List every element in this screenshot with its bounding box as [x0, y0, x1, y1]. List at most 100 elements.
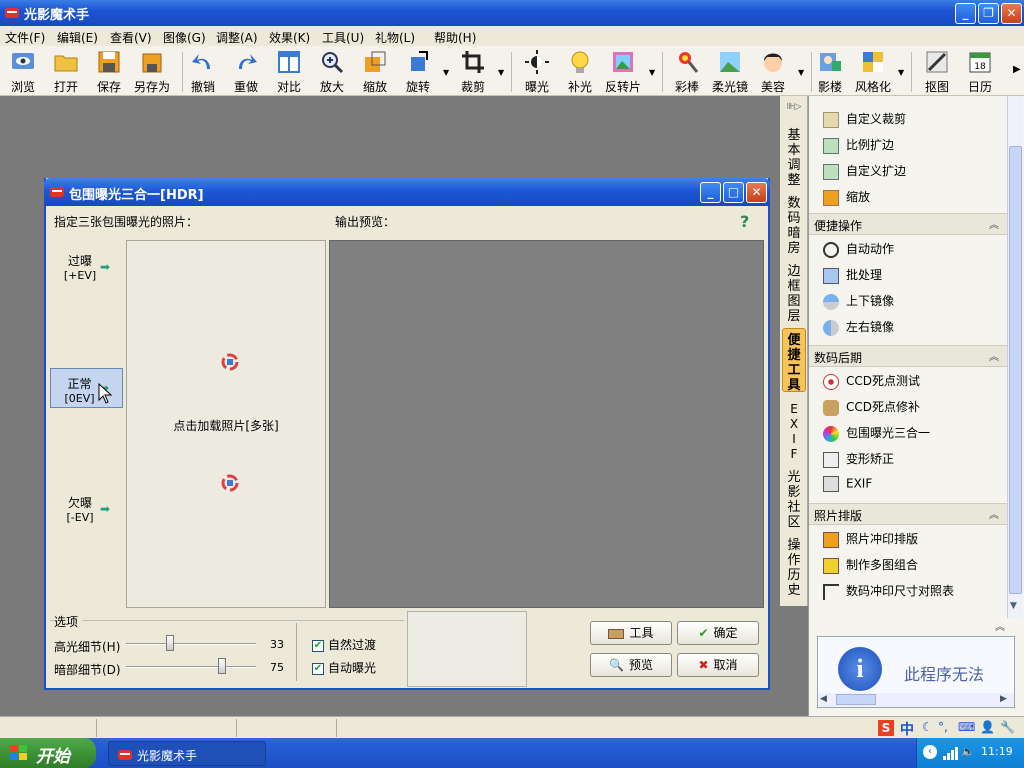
browse-button[interactable]: 浏览: [3, 49, 43, 95]
toolbar-more-icon[interactable]: ▶: [1013, 64, 1021, 75]
tools-button[interactable]: 工具: [590, 621, 672, 645]
tool-exif[interactable]: EXIF: [823, 476, 872, 498]
start-button[interactable]: 开始: [0, 738, 96, 768]
effects-dropdown-icon[interactable]: ▼: [649, 68, 655, 77]
stylize-dropdown-icon[interactable]: ▼: [898, 68, 904, 77]
dialog-maximize-button[interactable]: □: [723, 182, 744, 203]
save-button[interactable]: 保存: [89, 49, 129, 95]
close-button[interactable]: ✕: [1001, 3, 1022, 24]
under-exposure-item[interactable]: 欠曝 [-EV] ➡: [52, 494, 122, 530]
tool-print-size-table[interactable]: 数码冲印尺寸对照表: [823, 582, 954, 604]
tool-ccd-repair[interactable]: CCD死点修补: [823, 398, 920, 420]
moon-icon[interactable]: ☾: [922, 720, 933, 734]
tab-exif[interactable]: EXIF: [782, 402, 806, 462]
studio-button[interactable]: 影楼: [810, 49, 850, 95]
menu-view[interactable]: 查看(V): [110, 29, 152, 46]
tool-resize[interactable]: 缩放: [823, 188, 870, 210]
natural-transition-checkbox[interactable]: ✔ 自然过渡: [312, 636, 376, 653]
over-exposure-item[interactable]: 过曝 [+EV] ➡: [52, 252, 122, 288]
section-quick-ops[interactable]: 便捷操作 ︽: [809, 213, 1007, 235]
tool-ccd-test[interactable]: CCD死点测试: [823, 372, 920, 394]
menu-file[interactable]: 文件(F): [5, 29, 45, 46]
user-icon[interactable]: 👤: [980, 720, 995, 734]
ok-button[interactable]: ✔ 确定: [677, 621, 759, 645]
calendar-button[interactable]: 18 日历: [960, 49, 1000, 95]
ad-scrollbar-thumb[interactable]: [836, 694, 876, 705]
preview-button[interactable]: 🔍 预览: [590, 653, 672, 677]
compare-button[interactable]: 对比: [269, 49, 309, 95]
tab-community[interactable]: 光影社区: [782, 470, 806, 530]
tab-history[interactable]: 操作历史: [782, 538, 806, 598]
auto-exposure-checkbox[interactable]: ✔ 自动曝光: [312, 659, 376, 676]
exposure-button[interactable]: 曝光: [517, 49, 557, 95]
minimize-button[interactable]: _: [955, 3, 976, 24]
beauty-dropdown-icon[interactable]: ▼: [798, 68, 804, 77]
taskbar-app-button[interactable]: 光影魔术手: [108, 741, 266, 766]
load-photos-area[interactable]: 点击加载照片[多张]: [126, 240, 326, 608]
panel-scrollbar[interactable]: ▼: [1007, 96, 1023, 618]
scroll-down-icon[interactable]: ▼: [1010, 601, 1017, 611]
shadow-slider-thumb[interactable]: [218, 658, 226, 674]
section-photo-layout[interactable]: 照片排版 ︽: [809, 503, 1007, 525]
tray-expand-icon[interactable]: ‹: [923, 745, 937, 759]
tab-convenient-tools[interactable]: 便捷工具: [782, 328, 806, 393]
help-icon[interactable]: ?: [740, 212, 749, 231]
tool-custom-border[interactable]: 自定义扩边: [823, 162, 906, 184]
save-as-button[interactable]: 另存为: [132, 49, 172, 95]
volume-icon[interactable]: 🔈: [961, 745, 975, 758]
resize-button[interactable]: 缩放: [355, 49, 395, 95]
menu-effects[interactable]: 效果(K): [269, 29, 310, 46]
rotate-dropdown-icon[interactable]: ▼: [443, 68, 449, 77]
tool-auto-action[interactable]: 自动动作: [823, 240, 894, 262]
beauty-button[interactable]: 美容: [753, 49, 793, 95]
tab-digital-darkroom[interactable]: 数码暗房: [782, 196, 806, 256]
ime-mode[interactable]: 中: [900, 719, 914, 739]
open-button[interactable]: 打开: [46, 49, 86, 95]
zoom-in-button[interactable]: 放大: [312, 49, 352, 95]
app-title-bar[interactable]: 光影魔术手 _ ❐ ✕: [0, 0, 1024, 26]
menu-gifts[interactable]: 礼物(L): [375, 29, 415, 46]
redo-button[interactable]: 重做: [226, 49, 266, 95]
tool-flip-horizontal[interactable]: 左右镜像: [823, 318, 894, 340]
reverse-film-button[interactable]: 反转片: [603, 49, 643, 95]
crop-button[interactable]: 裁剪: [453, 49, 493, 95]
soft-focus-button[interactable]: 柔光镜: [710, 49, 750, 95]
highlight-detail-slider[interactable]: [126, 635, 256, 651]
tool-flip-vertical[interactable]: 上下镜像: [823, 292, 894, 314]
punctuation-icon[interactable]: °,: [938, 720, 948, 734]
restore-button[interactable]: ❐: [978, 3, 999, 24]
menu-tools[interactable]: 工具(U): [322, 29, 364, 46]
menu-edit[interactable]: 编辑(E): [57, 29, 98, 46]
tab-border-layer[interactable]: 边框图层: [782, 264, 806, 324]
menu-help[interactable]: 帮助(H): [434, 29, 476, 46]
collapse-chevron-icon[interactable]: ︽: [989, 348, 999, 363]
tab-basic-adjust[interactable]: 基本调整: [782, 128, 806, 188]
panel-scrollbar-thumb[interactable]: [1009, 146, 1022, 594]
rotate-button[interactable]: 旋转: [398, 49, 438, 95]
tool-batch[interactable]: 批处理: [823, 266, 882, 288]
dialog-minimize-button[interactable]: _: [700, 182, 721, 203]
color-pen-button[interactable]: 彩棒: [667, 49, 707, 95]
normal-exposure-item[interactable]: 正常 [0EV] ➡: [50, 368, 123, 408]
clock-time[interactable]: 11:19: [981, 745, 1013, 758]
section-digital-post[interactable]: 数码后期 ︽: [809, 345, 1007, 367]
scroll-right-icon[interactable]: ▶: [1000, 694, 1007, 704]
keyboard-icon[interactable]: ⌨: [958, 720, 975, 734]
ad-collapse-icon[interactable]: ︽: [809, 618, 1023, 636]
ad-scrollbar[interactable]: ◀ ▶: [818, 693, 1014, 707]
menu-adjust[interactable]: 调整(A): [216, 29, 258, 46]
collapse-chevron-icon[interactable]: ︽: [989, 216, 999, 231]
fill-light-button[interactable]: 补光: [560, 49, 600, 95]
undo-button[interactable]: 撤销: [183, 49, 223, 95]
tool-hdr-merge[interactable]: 包围曝光三合一: [823, 424, 930, 446]
shadow-detail-slider[interactable]: [126, 658, 256, 674]
ime-toolbar[interactable]: S 中 ☾ °, ⌨ 👤 🔧: [876, 718, 1022, 738]
collapse-panel-icon[interactable]: ⊪▷: [782, 100, 806, 115]
cutout-button[interactable]: 抠图: [917, 49, 957, 95]
tool-multi-image[interactable]: 制作多图组合: [823, 556, 918, 578]
tool-ratio-border[interactable]: 比例扩边: [823, 136, 894, 158]
network-signal-icon[interactable]: [943, 746, 959, 763]
highlight-slider-thumb[interactable]: [166, 635, 174, 651]
wrench-icon[interactable]: 🔧: [1000, 720, 1015, 734]
menu-image[interactable]: 图像(G): [163, 29, 206, 46]
